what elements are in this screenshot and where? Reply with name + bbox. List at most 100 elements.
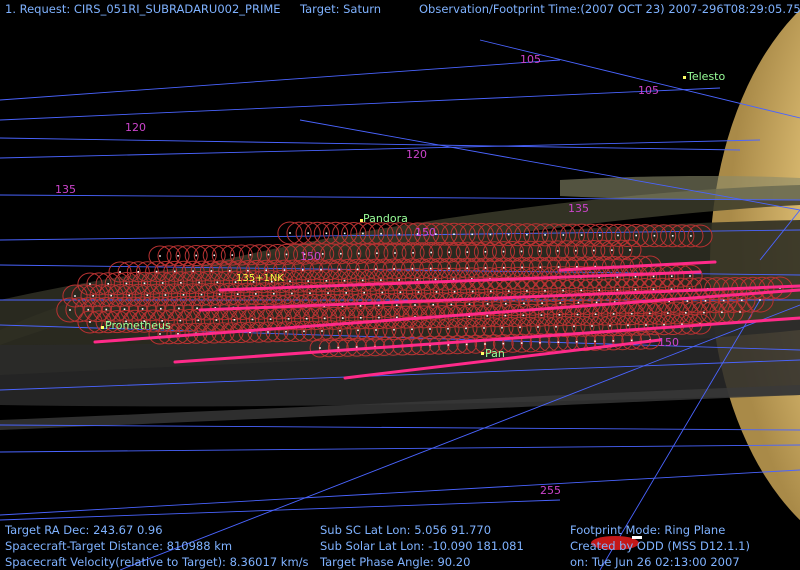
track-dot <box>648 312 651 315</box>
track-dot <box>249 254 252 256</box>
target-ra-dec: Target RA Dec: 243.67 0.96 <box>5 523 163 537</box>
track-dot <box>377 304 380 307</box>
track-dot <box>92 295 94 297</box>
track-dot <box>360 317 362 319</box>
track-dot <box>307 280 309 282</box>
observation-time: Observation/Footprint Time:(2007 OCT 23)… <box>419 2 800 16</box>
track-dot <box>562 234 565 236</box>
track-dot <box>285 253 288 256</box>
created-by: Created by ODD (MSS D12.1.1) <box>570 539 750 553</box>
track-dot <box>645 324 647 326</box>
ring-label: 135 <box>568 202 589 215</box>
track-dot <box>196 307 198 309</box>
track-dot <box>520 342 523 344</box>
track-dot <box>247 269 249 272</box>
track-dot <box>508 290 510 292</box>
track-dot <box>399 291 402 294</box>
track-dot <box>721 311 723 314</box>
track-dot <box>652 288 655 291</box>
track-dot <box>236 293 239 295</box>
track-dot <box>739 311 741 313</box>
track-dot <box>447 344 450 346</box>
track-dot <box>89 321 91 323</box>
track-dot <box>486 315 488 317</box>
track-dot <box>356 268 359 271</box>
track-dot <box>576 313 579 316</box>
track-dot <box>137 271 140 273</box>
track-dot <box>233 319 236 321</box>
ring-label: 120 <box>406 148 427 161</box>
footer-right: Footprint Mode: Ring Plane Created by OD… <box>570 522 750 570</box>
track-dot <box>323 317 326 320</box>
track-dot <box>501 326 503 329</box>
created-on: on: Tue Jun 26 02:13:00 2007 <box>570 555 740 569</box>
track-dot <box>526 233 528 236</box>
track-dot <box>285 330 287 333</box>
ring-label: 150 <box>415 226 436 239</box>
track-dot <box>507 233 510 236</box>
track-dot <box>338 268 341 271</box>
track-dot <box>355 346 358 348</box>
track-dot <box>450 303 453 306</box>
track-dot <box>69 309 71 311</box>
track-dot <box>595 301 598 304</box>
track-dot <box>580 234 583 236</box>
track-dot <box>703 311 705 314</box>
track-dot <box>337 346 340 349</box>
track-dot <box>559 302 562 304</box>
track-dot <box>591 325 593 327</box>
pan-marker <box>481 352 484 355</box>
track-dot <box>575 341 578 343</box>
track-dot <box>448 251 450 254</box>
track-dot <box>74 295 76 297</box>
track-dot <box>652 275 655 278</box>
track-dot <box>393 328 395 331</box>
sub-solar-lat-lon: Sub Solar Lat Lon: -10.090 181.081 <box>320 539 524 553</box>
track-dot <box>380 279 382 281</box>
track-dot <box>434 278 437 281</box>
grid-line <box>0 87 721 121</box>
track-dot <box>447 327 449 330</box>
spacecraft-velocity: Spacecraft Velocity(relative to Target):… <box>5 555 309 569</box>
track-dot <box>343 279 346 282</box>
ring-label: 255 <box>540 484 561 497</box>
track-dot <box>178 307 180 310</box>
track-dot <box>453 233 455 235</box>
track-dot <box>375 329 377 331</box>
track-dot <box>87 308 89 311</box>
track-dot <box>502 342 505 345</box>
track-dot <box>616 289 619 291</box>
track-dot <box>396 316 398 319</box>
track-dot <box>411 328 413 331</box>
track-dot <box>722 299 725 302</box>
track-dot <box>562 289 564 292</box>
track-dot <box>125 282 128 285</box>
moon-label-pandora: Pandora <box>363 212 408 225</box>
prometheus-marker <box>101 326 104 329</box>
track-dot <box>671 275 673 277</box>
track-dot <box>558 314 561 316</box>
moon-label-telesto: Telesto <box>686 70 725 83</box>
track-dot <box>325 280 328 282</box>
track-dot <box>251 318 254 321</box>
grid-line <box>0 444 800 453</box>
track-dot <box>556 250 559 252</box>
track-dot <box>685 312 687 314</box>
ring-label: 150 <box>300 250 321 263</box>
track-dot <box>617 234 619 237</box>
track-dot <box>490 290 492 293</box>
track-dot <box>267 331 269 333</box>
track-dot <box>468 303 471 305</box>
track-dot <box>612 340 615 342</box>
track-dot <box>398 233 401 235</box>
track-dot <box>573 325 575 328</box>
track-dot <box>416 278 419 281</box>
track-dot <box>580 289 582 292</box>
track-dot <box>192 270 194 272</box>
track-dot <box>200 293 203 296</box>
track-dot <box>471 233 473 236</box>
grid-line <box>0 59 561 101</box>
track-dot <box>635 234 637 237</box>
track-dot <box>340 252 342 255</box>
track-dot <box>611 249 613 251</box>
